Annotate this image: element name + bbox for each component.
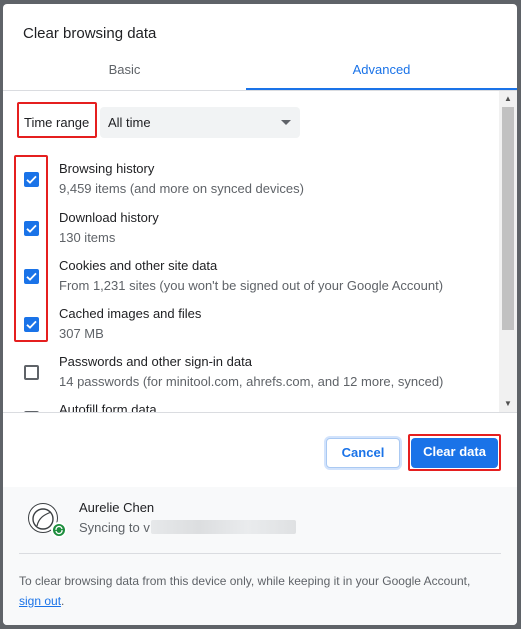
options-scrollbar[interactable]: ▲ ▼ xyxy=(499,91,517,412)
option-cached-images[interactable]: Cached images and files 307 MB xyxy=(3,306,499,354)
options-divider xyxy=(3,412,517,413)
checkbox-passwords[interactable] xyxy=(24,365,39,380)
scrollbar-thumb[interactable] xyxy=(502,107,514,330)
checkbox-cached-images[interactable] xyxy=(24,317,39,332)
option-autofill[interactable]: Autofill form data xyxy=(3,402,499,412)
option-subtitle: From 1,231 sites (you won't be signed ou… xyxy=(59,278,444,293)
cancel-button[interactable]: Cancel xyxy=(326,438,400,468)
account-section: Aurelie Chen Syncing to v To clear brows… xyxy=(3,487,517,625)
tab-basic[interactable]: Basic xyxy=(3,62,246,77)
tab-advanced[interactable]: Advanced xyxy=(246,62,517,77)
checkmark-icon xyxy=(26,320,37,329)
option-title: Cached images and files xyxy=(59,306,202,321)
checkmark-icon xyxy=(26,224,37,233)
account-name: Aurelie Chen xyxy=(79,500,155,515)
time-range-label: Time range xyxy=(24,115,90,130)
clear-browsing-data-dialog: Clear browsing data Basic Advanced Time … xyxy=(3,4,517,625)
option-passwords[interactable]: Passwords and other sign-in data 14 pass… xyxy=(3,354,499,402)
option-subtitle: 14 passwords (for minitool.com, ahrefs.c… xyxy=(59,374,444,389)
advanced-options-panel: Time range All time Browsing history 9,4… xyxy=(3,91,499,412)
option-subtitle: 307 MB xyxy=(59,326,104,341)
option-title: Browsing history xyxy=(59,161,155,176)
option-title: Cookies and other site data xyxy=(59,258,218,273)
checkbox-browsing-history[interactable] xyxy=(24,172,39,187)
option-cookies[interactable]: Cookies and other site data From 1,231 s… xyxy=(3,258,499,306)
scroll-down-arrow-icon[interactable]: ▼ xyxy=(499,396,517,412)
dialog-title: Clear browsing data xyxy=(23,25,157,42)
time-range-selected-value: All time xyxy=(108,115,151,130)
dropdown-caret-icon xyxy=(281,120,291,125)
checkbox-cookies[interactable] xyxy=(24,269,39,284)
option-title: Autofill form data xyxy=(59,402,157,412)
sync-arrows-icon xyxy=(55,525,63,535)
sign-out-hint: To clear browsing data from this device … xyxy=(19,571,489,611)
option-subtitle: 9,459 items (and more on synced devices) xyxy=(59,181,304,196)
sign-out-link[interactable]: sign out xyxy=(19,594,61,608)
time-range-select[interactable]: All time xyxy=(100,107,300,138)
option-browsing-history[interactable]: Browsing history 9,459 items (and more o… xyxy=(3,161,499,209)
option-download-history[interactable]: Download history 130 items xyxy=(3,210,499,258)
scroll-up-arrow-icon[interactable]: ▲ xyxy=(499,91,517,107)
option-title: Passwords and other sign-in data xyxy=(59,354,252,369)
checkbox-download-history[interactable] xyxy=(24,221,39,236)
option-title: Download history xyxy=(59,210,159,225)
redacted-email xyxy=(151,520,296,534)
clear-data-button[interactable]: Clear data xyxy=(411,438,498,468)
checkmark-icon xyxy=(26,175,37,184)
sync-status: Syncing to v xyxy=(79,520,150,535)
checkmark-icon xyxy=(26,272,37,281)
option-subtitle: 130 items xyxy=(59,230,116,245)
sign-out-hint-end: . xyxy=(61,594,65,608)
account-divider xyxy=(19,553,501,554)
sync-icon xyxy=(51,522,67,538)
sign-out-hint-text: To clear browsing data from this device … xyxy=(19,574,471,588)
